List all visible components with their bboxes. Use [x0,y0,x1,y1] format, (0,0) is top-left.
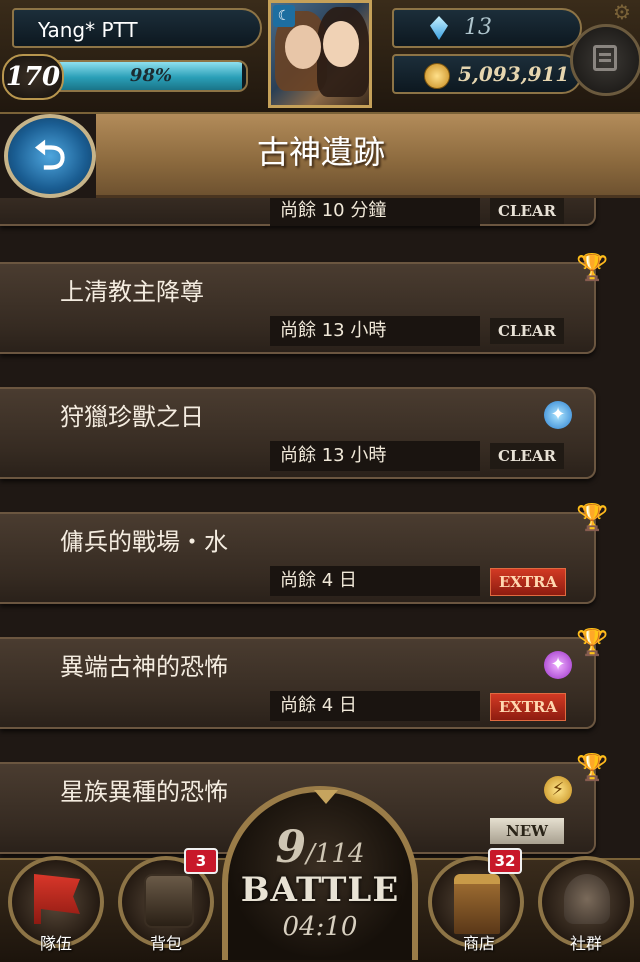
time-left: 尚餘 4 日 [270,691,480,721]
menu-button[interactable] [570,24,640,96]
coin-icon [424,63,450,89]
list-item[interactable]: 傭兵的戰場・水 尚餘 4 日 EXTRA 🏆 [0,504,608,604]
chevron-down-icon [314,790,338,804]
time-left: 尚餘 13 小時 [270,316,480,346]
bag-label: 背包 [149,934,182,953]
stamina-display: 9/114 [228,822,412,873]
shop-label: 商店 [462,934,495,953]
list-item[interactable]: 尚餘 10 分鐘 CLEAR [0,198,596,226]
exp-bar: 98% [54,60,248,92]
list-item[interactable]: 狩獵珍獸之日 尚餘 13 小時 CLEAR ✦ [0,387,596,479]
page-title-bar: 古神遺跡 [96,112,640,198]
back-arrow-icon: ⮌ [33,133,67,179]
dungeon-list[interactable]: 尚餘 10 分鐘 CLEAR 上清教主降尊 尚餘 13 小時 CLEAR 🏆 狩… [0,198,640,858]
player-name: Yang* PTT [12,8,262,48]
status-badge: EXTRA [490,568,566,596]
status-header: Yang* PTT 170 98% ☾ 13 5,093,911 ⚙ [0,0,640,114]
bag-count-badge: 3 [184,848,218,874]
list-item[interactable]: 異端古神的恐怖 尚餘 4 日 EXTRA ✦ 🏆 [0,629,608,729]
gold-mark-icon: ⚡ [544,776,572,804]
purple-orb-icon: ✦ [544,651,572,679]
flag-icon [34,874,80,924]
social-label: 社群 [569,934,602,953]
menu-icon [593,45,617,71]
time-left: 尚餘 13 小時 [270,441,480,471]
dungeon-title: 上清教主降尊 [60,278,204,306]
back-button[interactable]: ⮌ [4,114,96,198]
portrait-art [285,25,321,69]
dungeon-title: 傭兵的戰場・水 [60,528,228,556]
social-icon [564,874,610,924]
treasure-chest-icon [454,874,500,934]
status-badge: EXTRA [490,693,566,721]
status-badge: NEW [490,818,564,844]
trophy-icon: 🏆 [576,253,609,283]
stamina-timer: 04:10 [282,912,358,942]
player-level: 170 [2,54,64,100]
trophy-icon: 🏆 [576,753,609,783]
gold-counter: 5,093,911 [392,54,582,94]
trophy-icon: 🏆 [576,628,609,658]
trophy-icon: 🏆 [576,503,609,533]
dungeon-title: 星族異種的恐怖 [60,778,228,806]
gem-count: 13 [464,15,492,40]
list-item[interactable]: 上清教主降尊 尚餘 13 小時 CLEAR 🏆 [0,254,608,354]
element-icon: ☾ [273,5,295,27]
time-left: 尚餘 10 分鐘 [270,198,480,226]
status-badge: CLEAR [490,318,564,344]
gem-counter[interactable]: 13 [392,8,582,48]
time-left: 尚餘 4 日 [270,566,480,596]
exp-percent: 98% [129,65,173,86]
shop-count-badge: 32 [488,848,522,874]
stamina-current: 9 [275,822,307,873]
leader-portrait[interactable]: ☾ [268,0,372,108]
blue-orb-icon: ✦ [544,401,572,429]
gold-count: 5,093,911 [458,62,570,86]
portrait-art [323,21,359,67]
bag-icon [144,874,194,928]
ornament-icon: ⚙ [613,0,631,24]
stamina-max: /114 [306,839,365,869]
dungeon-title: 異端古神的恐怖 [60,653,228,681]
battle-label: BATTLE [240,870,400,910]
status-badge: CLEAR [490,198,564,224]
gem-icon [430,16,448,40]
dungeon-title: 狩獵珍獸之日 [60,403,204,431]
status-badge: CLEAR [490,443,564,469]
page-title: 古神遺跡 [256,133,385,171]
team-label: 隊伍 [39,934,72,953]
